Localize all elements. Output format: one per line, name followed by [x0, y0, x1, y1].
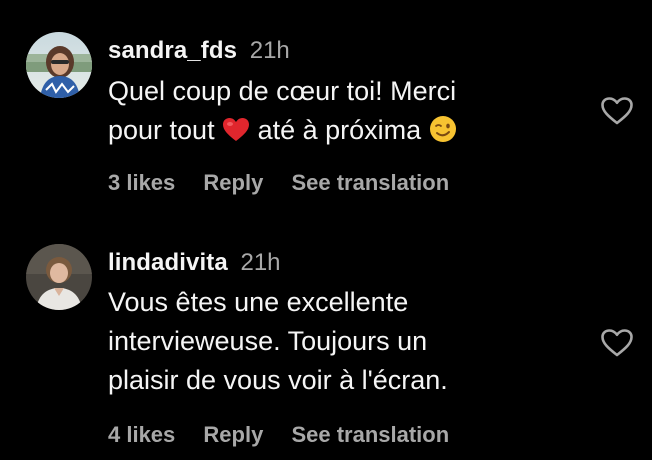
comment-line: pour tout: [108, 115, 215, 145]
comment-line: até à próxima: [257, 115, 422, 145]
timestamp: 21h: [249, 37, 290, 64]
comment-line: intervieweuse. Toujours un: [108, 326, 428, 356]
like-heart-icon[interactable]: [600, 328, 634, 358]
avatar[interactable]: [26, 32, 92, 98]
red-heart-emoji: [222, 115, 250, 154]
winking-face-emoji: [429, 115, 457, 154]
see-translation-button[interactable]: See translation: [291, 422, 449, 447]
comment-actions: 4 likes Reply See translation: [108, 421, 471, 449]
avatar[interactable]: [26, 244, 92, 310]
username[interactable]: sandra_fds: [108, 37, 237, 64]
comment-header: lindadivita 21h: [108, 248, 281, 278]
comment-header: sandra_fds 21h: [108, 36, 290, 66]
comment-text: Vous êtes une excellente intervieweuse. …: [108, 283, 578, 400]
comment-line: Vous êtes une excellente: [108, 287, 409, 317]
comment-line: Quel coup de cœur toi! Merci: [108, 76, 457, 106]
comment-line: plaisir de vous voir à l'écran.: [108, 365, 448, 395]
comment-actions: 3 likes Reply See translation: [108, 169, 471, 197]
like-heart-icon[interactable]: [600, 96, 634, 126]
see-translation-button[interactable]: See translation: [291, 170, 449, 195]
reply-button[interactable]: Reply: [203, 170, 263, 195]
likes-count[interactable]: 3 likes: [108, 170, 175, 195]
reply-button[interactable]: Reply: [203, 422, 263, 447]
likes-count[interactable]: 4 likes: [108, 422, 175, 447]
comment-line-with-emoji: pour tout até à próxima: [108, 111, 578, 154]
username[interactable]: lindadivita: [108, 249, 228, 276]
comment-text: Quel coup de cœur toi! Merci pour tout a…: [108, 72, 578, 154]
timestamp: 21h: [240, 249, 281, 276]
